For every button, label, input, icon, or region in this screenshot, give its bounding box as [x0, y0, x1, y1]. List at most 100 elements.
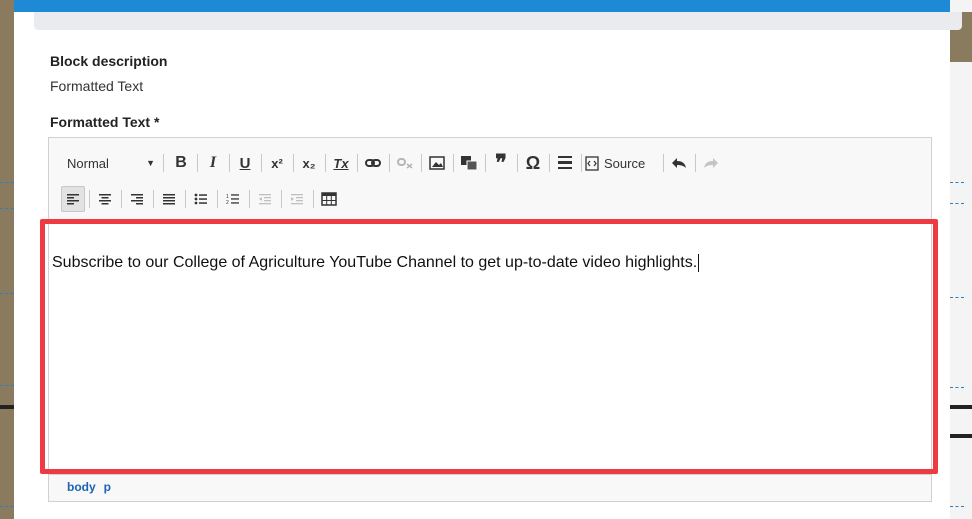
indent-button[interactable]: [285, 186, 309, 212]
numbered-list-button[interactable]: 12: [221, 186, 245, 212]
dashed-guide: [0, 293, 14, 294]
justify-button[interactable]: [157, 186, 181, 212]
background-bar: [950, 434, 972, 438]
horizontal-line-button[interactable]: [553, 150, 577, 176]
media-embed-button[interactable]: [457, 150, 481, 176]
toolbar-separator: [281, 190, 282, 208]
dashed-guide: [0, 506, 14, 507]
editor-paragraph[interactable]: Subscribe to our College of Agriculture …: [52, 254, 700, 272]
toolbar-separator: [517, 154, 518, 172]
redo-button[interactable]: [699, 150, 723, 176]
editor-paragraph-text: Subscribe to our College of Agriculture …: [52, 254, 698, 272]
table-icon: [321, 192, 337, 206]
toolbar-separator: [163, 154, 164, 172]
undo-button[interactable]: [667, 150, 691, 176]
align-left-icon: [67, 194, 79, 205]
element-path-bar: body p: [67, 480, 119, 494]
dashed-guide: [950, 203, 964, 204]
unlink-icon: [397, 158, 413, 169]
toolbar-separator: [581, 154, 582, 172]
table-button[interactable]: [317, 186, 341, 212]
chevron-down-icon: ▼: [146, 158, 155, 168]
editor-content-area[interactable]: Subscribe to our College of Agriculture …: [49, 220, 931, 475]
toolbar-separator: [121, 190, 122, 208]
background-right-edge: [950, 0, 972, 519]
bulleted-list-button[interactable]: [189, 186, 213, 212]
align-right-button[interactable]: [125, 186, 149, 212]
link-button[interactable]: [361, 150, 385, 176]
outdent-button[interactable]: [253, 186, 277, 212]
format-select-value: Normal: [67, 155, 109, 171]
text-caret: [698, 254, 700, 272]
toolbar-separator: [549, 154, 550, 172]
bulleted-list-icon: [194, 193, 207, 205]
blockquote-button[interactable]: ❞: [489, 150, 513, 176]
rich-text-editor: Normal ▼ B I U x² x₂ Tx ❞ Ω Source 1 2 S…: [48, 137, 932, 502]
svg-text:2: 2: [226, 200, 229, 205]
link-icon: [365, 159, 381, 167]
block-description-label: Block description: [50, 53, 168, 69]
toolbar-separator: [485, 154, 486, 172]
image-button[interactable]: [425, 150, 449, 176]
dashed-guide: [950, 506, 964, 507]
subscript-button[interactable]: x₂: [297, 150, 321, 176]
dashed-guide: [950, 297, 964, 298]
dashed-guide: [0, 385, 14, 386]
justify-icon: [163, 194, 175, 205]
align-center-button[interactable]: [93, 186, 117, 212]
block-description-value: Formatted Text: [50, 78, 144, 94]
source-icon: [585, 155, 599, 171]
image-icon: [429, 156, 445, 170]
special-character-button[interactable]: Ω: [521, 150, 545, 176]
align-left-button[interactable]: [61, 186, 85, 212]
underline-button[interactable]: U: [233, 150, 257, 176]
toolbar-separator: [293, 154, 294, 172]
media-icon: [461, 156, 478, 171]
horizontal-line-icon: [558, 156, 572, 169]
align-right-icon: [131, 194, 143, 205]
toolbar-separator: [217, 190, 218, 208]
superscript-button[interactable]: x²: [265, 150, 289, 176]
dashed-guide: [0, 208, 14, 209]
dashed-guide: [0, 182, 14, 183]
toolbar-separator: [89, 190, 90, 208]
remove-format-button[interactable]: Tx: [329, 150, 353, 176]
italic-button[interactable]: I: [201, 150, 225, 176]
background-left-edge: [0, 0, 14, 519]
formatted-text-label: Formatted Text *: [50, 114, 160, 130]
unlink-button[interactable]: [393, 150, 417, 176]
dashed-guide: [950, 182, 964, 183]
toolbar-separator: [153, 190, 154, 208]
outdent-icon: [259, 194, 271, 205]
toolbar-separator: [313, 190, 314, 208]
background-bar: [0, 405, 14, 409]
background-bar: [950, 405, 972, 409]
toolbar-separator: [229, 154, 230, 172]
redo-icon: [704, 158, 718, 168]
format-select[interactable]: Normal ▼: [61, 150, 161, 176]
source-button-label: Source: [604, 155, 646, 171]
element-path-p[interactable]: p: [104, 480, 111, 494]
toolbar-separator: [357, 154, 358, 172]
block-edit-panel: Block description Formatted Text Formatt…: [14, 12, 962, 519]
toolbar-separator: [421, 154, 422, 172]
toolbar-separator: [197, 154, 198, 172]
toolbar-separator: [663, 154, 664, 172]
undo-icon: [672, 158, 686, 168]
element-path-body[interactable]: body: [67, 480, 96, 494]
toolbar-separator: [453, 154, 454, 172]
toolbar-separator: [249, 190, 250, 208]
toolbar-separator: [325, 154, 326, 172]
toolbar-separator: [185, 190, 186, 208]
toolbar-separator: [695, 154, 696, 172]
toolbar-separator: [389, 154, 390, 172]
bold-button[interactable]: B: [169, 150, 193, 176]
numbered-list-icon: 12: [226, 194, 239, 205]
dashed-guide: [950, 387, 964, 388]
panel-header-bar: [34, 12, 962, 30]
source-button[interactable]: Source: [585, 150, 659, 176]
indent-icon: [291, 194, 303, 205]
toolbar-separator: [261, 154, 262, 172]
editor-toolbar: Normal ▼ B I U x² x₂ Tx ❞ Ω Source 1 2: [49, 138, 931, 220]
align-center-icon: [99, 194, 111, 205]
